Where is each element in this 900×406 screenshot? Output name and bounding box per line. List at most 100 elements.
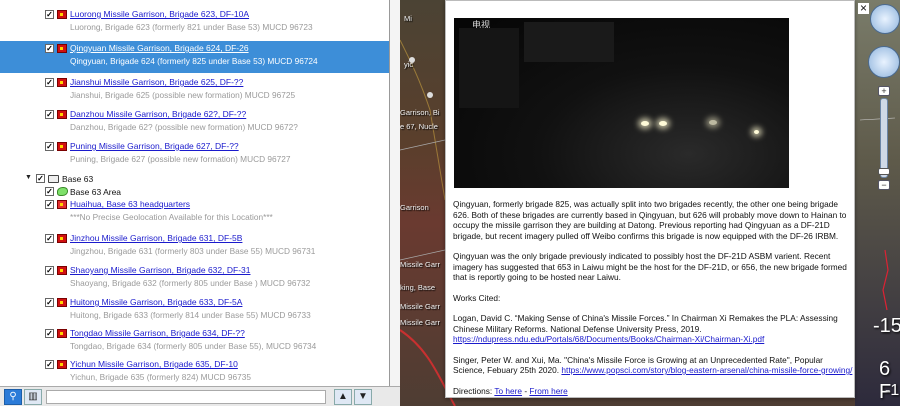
placemark-description: Jingzhou, Brigade 631 (formerly 803 unde… <box>70 246 316 256</box>
placemark-flag-icon <box>57 266 67 275</box>
move-down-button[interactable]: ▼ <box>354 389 372 405</box>
placemark-flag-icon <box>57 200 67 209</box>
headlight <box>754 130 759 134</box>
visibility-checkbox[interactable]: ✓ <box>45 360 54 369</box>
placemark-description: Luorong, Brigade 623 (formerly 821 under… <box>70 22 313 32</box>
garrison-photo: 电视 <box>454 18 789 188</box>
places-toolbar: ⚲ ▥ ▲ ▼ <box>0 386 400 406</box>
works-cited-heading: Works Cited: <box>453 292 501 303</box>
placemark-description: Puning, Brigade 627 (possible new format… <box>70 154 291 164</box>
move-up-button[interactable]: ▲ <box>334 389 352 405</box>
tree-folder-base-63[interactable]: ▼ ✓ Base 63 <box>0 172 389 185</box>
visibility-checkbox[interactable]: ✓ <box>45 329 54 338</box>
directions-from-here-link[interactable]: From here <box>529 386 567 396</box>
directions-to-here-link[interactable]: To here <box>494 386 522 396</box>
layers-icon[interactable]: ▥ <box>24 389 42 405</box>
visibility-checkbox[interactable]: ✓ <box>45 44 54 53</box>
citation-link[interactable]: https://www.popsci.com/story/blog-easter… <box>561 365 852 375</box>
visibility-checkbox[interactable]: ✓ <box>45 187 54 196</box>
zoom-in-button[interactable]: + <box>878 86 890 96</box>
placemark-title-link[interactable]: Luorong Missile Garrison, Brigade 623, D… <box>70 9 249 19</box>
placemark-description: ***No Precise Geolocation Available for … <box>70 212 273 222</box>
close-icon[interactable]: × <box>858 2 869 14</box>
placemark-flag-icon <box>57 329 67 338</box>
folder-label: Base 63 <box>62 174 94 184</box>
map-label: king, Base <box>400 283 436 292</box>
map-label: Mi <box>404 14 412 23</box>
placemark-flag-icon <box>57 44 67 53</box>
zoom-slider[interactable] <box>880 98 888 178</box>
headlight <box>709 120 717 125</box>
tree-item-yichun[interactable]: ✓ Yichun Missile Garrison, Brigade 635, … <box>0 357 389 386</box>
map-label: Missile Garr <box>400 302 441 311</box>
placemark-description: Huitong, Brigade 633 (formerly 814 under… <box>70 310 311 320</box>
tree-item-huaihua-hq[interactable]: ✓ Huaihua, Base 63 headquarters ***No Pr… <box>0 197 389 229</box>
directions-label: Directions: <box>453 385 493 396</box>
citation: Logan, David C. “Making Sense of China's… <box>453 313 853 345</box>
placemark-flag-icon <box>57 234 67 243</box>
placemark-title-link[interactable]: Jianshui Missile Garrison, Brigade 625, … <box>70 77 243 87</box>
places-filter-input[interactable] <box>46 390 326 404</box>
visibility-checkbox[interactable]: ✓ <box>45 234 54 243</box>
tree-item-jianshui[interactable]: ✓ Jianshui Missile Garrison, Brigade 625… <box>0 75 389 107</box>
placemark-title-link[interactable]: Tongdao Missile Garrison, Brigade 634, D… <box>70 328 245 338</box>
visibility-checkbox[interactable]: ✓ <box>45 266 54 275</box>
map-label: -1 <box>885 382 900 399</box>
placemark-flag-icon <box>57 142 67 151</box>
building-shape <box>524 22 614 62</box>
citation: Singer, Peter W. and Xui, Ma. "China's M… <box>453 355 853 376</box>
move-control[interactable] <box>868 46 900 78</box>
map-label: yic <box>404 60 414 69</box>
placemark-title-link[interactable]: Yichun Missile Garrison, Brigade 635, DF… <box>70 359 238 369</box>
citation-text: Logan, David C. “Making Sense of China's… <box>453 313 838 334</box>
placemark-title-link[interactable]: Shaoyang Missile Garrison, Brigade 632, … <box>70 265 250 275</box>
placemark-description: Tongdao, Brigade 634 (formerly 805 under… <box>70 341 317 351</box>
visibility-checkbox[interactable]: ✓ <box>45 110 54 119</box>
tree-item-shaoyang[interactable]: ✓ Shaoyang Missile Garrison, Brigade 632… <box>0 263 389 295</box>
tree-item-puning[interactable]: ✓ Puning Missile Garrison, Brigade 627, … <box>0 139 389 171</box>
tree-item-tongdao[interactable]: ✓ Tongdao Missile Garrison, Brigade 634,… <box>0 326 389 358</box>
visibility-checkbox[interactable]: ✓ <box>45 298 54 307</box>
visibility-checkbox[interactable]: ✓ <box>36 174 45 183</box>
visibility-checkbox[interactable]: ✓ <box>45 200 54 209</box>
places-panel: ✓ Luorong Missile Garrison, Brigade 623,… <box>0 0 390 386</box>
placemark-description: Jianshui, Brigade 625 (possible new form… <box>70 90 296 100</box>
placemark-title-link[interactable]: Danzhou Missile Garrison, Brigade 62?, D… <box>70 109 246 119</box>
area-label: Base 63 Area <box>70 187 122 197</box>
visibility-checkbox[interactable]: ✓ <box>45 10 54 19</box>
visibility-checkbox[interactable]: ✓ <box>45 142 54 151</box>
placemark-description: Qingyuan, Brigade 624 (formerly 825 unde… <box>70 56 318 66</box>
look-around-control[interactable] <box>870 4 900 34</box>
expand-triangle-icon[interactable]: ▼ <box>25 174 32 181</box>
headlight <box>641 121 649 126</box>
tree-item-qingyuan[interactable]: ✓ Qingyuan Missile Garrison, Brigade 624… <box>0 41 389 73</box>
citation-link[interactable]: https://ndupress.ndu.edu/Portals/68/Docu… <box>453 334 764 344</box>
panel-splitter[interactable] <box>390 0 400 406</box>
placemark-flag-icon <box>57 110 67 119</box>
placemark-title-link[interactable]: Huaihua, Base 63 headquarters <box>70 199 190 209</box>
placemark-title-link[interactable]: Huitong Missile Garrison, Brigade 633, D… <box>70 297 242 307</box>
paragraph: Qingyuan, formerly brigade 825, was actu… <box>453 199 847 241</box>
tree-item-huitong[interactable]: ✓ Huitong Missile Garrison, Brigade 633,… <box>0 295 389 327</box>
tree-item-luorong[interactable]: ✓ Luorong Missile Garrison, Brigade 623,… <box>0 7 389 39</box>
map-label: e 67, Nucle <box>400 122 438 131</box>
map-label: Garrison, Bi <box>400 108 440 117</box>
placemark-flag-icon <box>57 10 67 19</box>
placemark-title-link[interactable]: Qingyuan Missile Garrison, Brigade 624, … <box>70 43 249 53</box>
placemark-title-link[interactable]: Jinzhou Missile Garrison, Brigade 631, D… <box>70 233 242 243</box>
directions: Directions: To here - From here <box>453 386 853 397</box>
placemark-title-link[interactable]: Puning Missile Garrison, Brigade 627, DF… <box>70 141 239 151</box>
folder-icon <box>48 175 59 183</box>
visibility-checkbox[interactable]: ✓ <box>45 78 54 87</box>
map-label: Missile Garr <box>400 318 441 327</box>
zoom-out-button[interactable]: − <box>878 180 890 190</box>
map-label: Garrison <box>400 203 429 212</box>
map-label: -15 <box>873 315 900 337</box>
zoom-slider-handle[interactable] <box>878 168 890 175</box>
paragraph: Qingyuan was the only brigade previously… <box>453 251 847 282</box>
search-icon[interactable]: ⚲ <box>4 389 22 405</box>
tree-item-danzhou[interactable]: ✓ Danzhou Missile Garrison, Brigade 62?,… <box>0 107 389 139</box>
placemark-flag-icon <box>57 78 67 87</box>
tree-item-jinzhou[interactable]: ✓ Jinzhou Missile Garrison, Brigade 631,… <box>0 231 389 263</box>
polygon-icon <box>57 187 68 196</box>
